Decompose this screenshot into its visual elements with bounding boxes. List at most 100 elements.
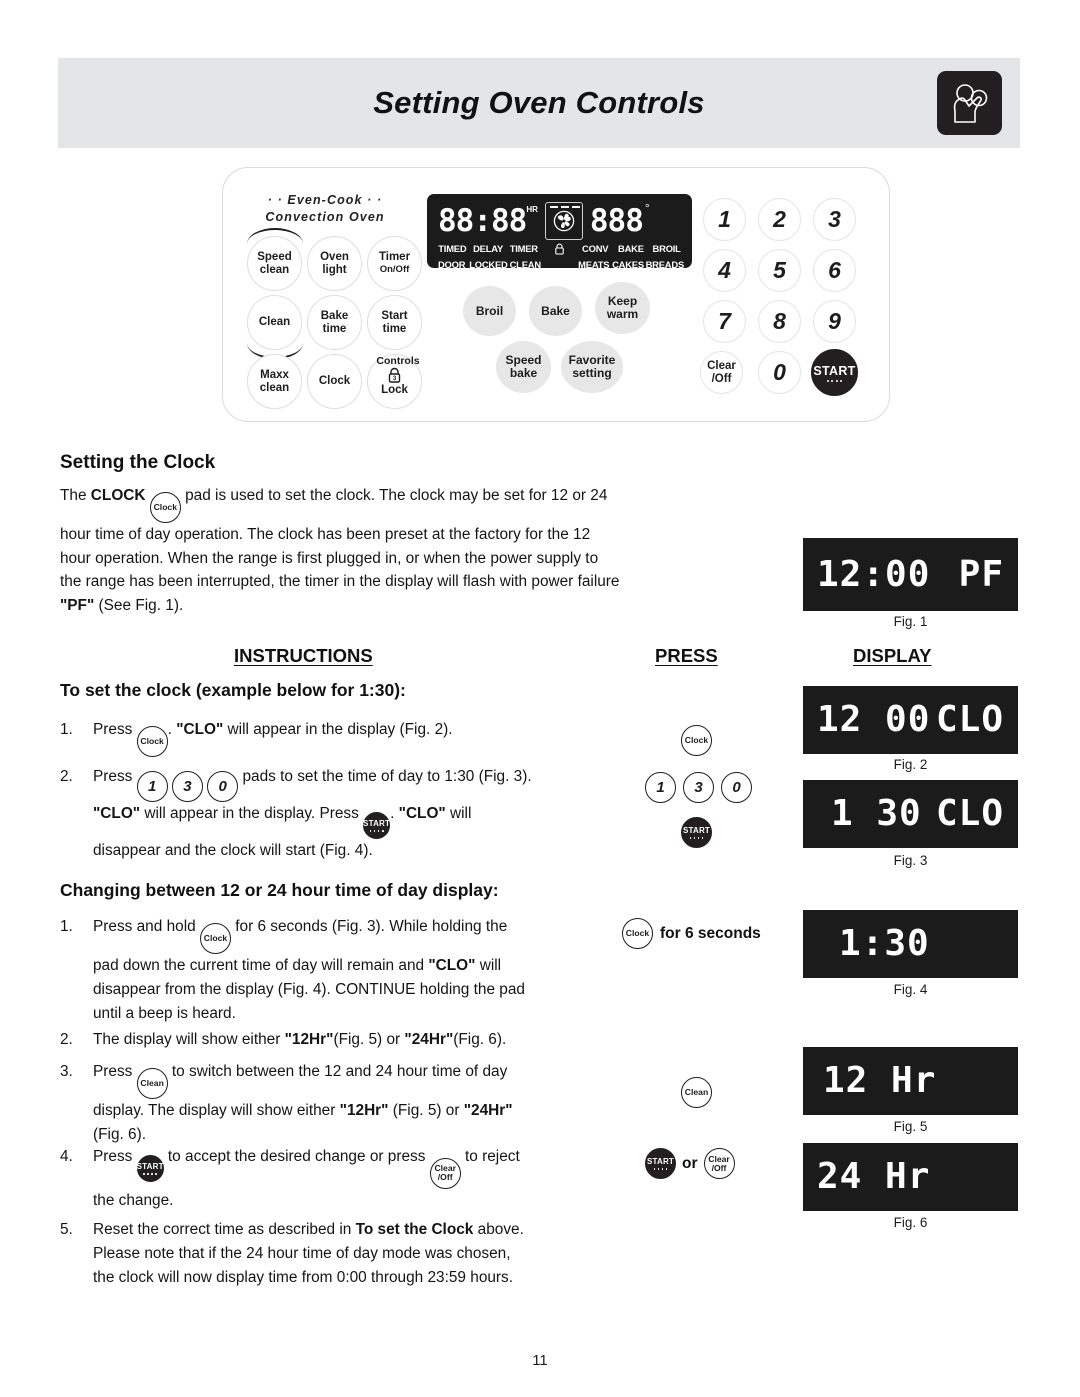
or-label: or bbox=[682, 1154, 698, 1172]
numkey-0[interactable]: 0 bbox=[758, 351, 801, 394]
page-number: 11 bbox=[532, 1352, 548, 1369]
pad-label: Clock bbox=[140, 736, 164, 746]
clear-off-pad-icon[interactable]: Clear/Off bbox=[703, 1148, 735, 1179]
indicator-delay: DELAY bbox=[473, 243, 504, 254]
numkey-start[interactable]: START bbox=[811, 349, 858, 396]
start-label: START bbox=[136, 1162, 164, 1171]
start-label: START bbox=[682, 826, 711, 835]
figure-2-display: 12 00 CLO bbox=[803, 686, 1018, 754]
numkey-0-icon[interactable]: 0 bbox=[721, 772, 752, 803]
panel-pad-bake-time[interactable]: Bake time bbox=[307, 295, 362, 350]
panel-pad-maxx-clean[interactable]: Maxx clean bbox=[247, 354, 302, 409]
l2: Please note that if the 24 hour time of … bbox=[93, 1245, 511, 1262]
l2e: will bbox=[445, 805, 472, 822]
hour-step-3: 3. Press Clean to switch between the 12 … bbox=[60, 1060, 640, 1147]
clock-bold: CLOCK bbox=[90, 487, 146, 504]
column-header-instructions: INSTRUCTIONS bbox=[234, 645, 373, 666]
key-label: 1 bbox=[656, 779, 665, 796]
clock-pad-icon[interactable]: Clock bbox=[199, 923, 231, 954]
clock-pad-icon[interactable]: Clock bbox=[622, 918, 653, 949]
numkey-7[interactable]: 7 bbox=[703, 300, 746, 343]
clear-off-pad-icon[interactable]: Clear/Off bbox=[429, 1157, 461, 1189]
step-number: 5. bbox=[60, 1221, 73, 1238]
panel-pad-start-time[interactable]: Start time bbox=[367, 295, 422, 350]
pad-sublabel: clean bbox=[259, 263, 290, 276]
step-number: 4. bbox=[60, 1148, 73, 1165]
numkey-clear-off[interactable]: Clear /Off bbox=[700, 351, 743, 394]
b2: "24Hr" bbox=[404, 1031, 454, 1048]
to-set-the-clock-heading: To set the clock (example below for 1:30… bbox=[60, 680, 406, 700]
panel-led-display: 88:88 HR 888 ° TIMED DELAY TIMER CONV BA… bbox=[427, 194, 692, 270]
l3: disappear from the display (Fig. 4). CON… bbox=[93, 981, 525, 998]
l3: the clock will now display time from 0:0… bbox=[93, 1269, 514, 1286]
panel-pad-favorite-setting[interactable]: Favorite setting bbox=[561, 341, 623, 393]
panel-pad-clock[interactable]: Clock bbox=[307, 354, 362, 409]
hour-step-4: 4. Press START to accept the desired cha… bbox=[60, 1145, 640, 1213]
panel-pad-timer-on-off[interactable]: Timer On/Off bbox=[367, 236, 422, 291]
b1: To set the Clock bbox=[355, 1221, 474, 1238]
figure-6-caption: Fig. 6 bbox=[893, 1215, 928, 1230]
panel-pad-bake[interactable]: Bake bbox=[529, 286, 582, 336]
step-text: Press Clean to switch between the 12 and… bbox=[93, 1060, 640, 1147]
pad-label: Clean bbox=[684, 1087, 709, 1097]
panel-pad-keep-warm[interactable]: Keep warm bbox=[595, 282, 650, 334]
panel-pad-broil[interactable]: Broil bbox=[463, 286, 516, 336]
indicator-breads: BREADS bbox=[645, 258, 685, 270]
numkey-8[interactable]: 8 bbox=[758, 300, 801, 343]
clean-pad-icon[interactable]: Clean bbox=[681, 1077, 712, 1108]
pad-sublabel: bake bbox=[509, 366, 538, 380]
indicator-timed: TIMED bbox=[438, 243, 467, 254]
numkey-5[interactable]: 5 bbox=[758, 249, 801, 292]
page-title: Setting Oven Controls bbox=[373, 85, 705, 120]
set-clock-step-1: 1. Press Clock. "CLO" will appear in the… bbox=[60, 718, 630, 757]
start-pad-icon[interactable]: START bbox=[645, 1148, 676, 1179]
numkey-3[interactable]: 3 bbox=[813, 198, 856, 241]
panel-pad-clean[interactable]: Clean bbox=[247, 295, 302, 350]
pad-label: Broil bbox=[475, 303, 504, 318]
panel-pad-oven-light[interactable]: Oven light bbox=[307, 236, 362, 291]
clock-pad-icon[interactable]: Clock bbox=[149, 492, 181, 523]
fig4-lcd-left: 1:30 bbox=[839, 923, 930, 964]
pad-sublabel: time bbox=[382, 322, 407, 335]
step-text: Press START to accept the desired change… bbox=[93, 1145, 640, 1213]
t1: Press bbox=[93, 768, 137, 785]
panel-time-digits: 88:88 bbox=[438, 203, 527, 239]
start-pad-icon[interactable]: START bbox=[136, 1154, 164, 1182]
clock-pad-icon[interactable]: Clock bbox=[681, 725, 712, 756]
numkey-9[interactable]: 9 bbox=[813, 300, 856, 343]
start-pad-icon[interactable]: START bbox=[363, 811, 391, 839]
para-lead: The bbox=[60, 487, 91, 504]
l2b: will bbox=[475, 957, 502, 974]
numkey-1[interactable]: 1 bbox=[703, 198, 746, 241]
numkey-2[interactable]: 2 bbox=[758, 198, 801, 241]
setting-the-clock-heading: Setting the Clock bbox=[60, 452, 216, 473]
pad-label: Oven bbox=[320, 251, 349, 263]
para-mid: pad is used to set the clock. The clock … bbox=[180, 487, 500, 504]
fig3-lcd-left: 1 30 bbox=[831, 793, 922, 834]
clean-pad-icon[interactable]: Clean bbox=[136, 1068, 168, 1099]
numkey-1-icon[interactable]: 1 bbox=[645, 772, 676, 803]
numkey-3-icon[interactable]: 3 bbox=[683, 772, 714, 803]
numkey-3-icon[interactable]: 3 bbox=[171, 771, 203, 802]
key-label: 0 bbox=[732, 779, 741, 796]
l2b: will appear in the display. Press bbox=[140, 805, 364, 822]
numkey-4[interactable]: 4 bbox=[703, 249, 746, 292]
t2: to switch between the 12 and 24 hour tim… bbox=[167, 1063, 508, 1080]
pad-sublabel: warm bbox=[606, 307, 639, 321]
l2: the change. bbox=[93, 1191, 174, 1209]
step-text: Press 1 3 0 pads to set the time of day … bbox=[93, 765, 635, 863]
indicator-lock-icon bbox=[542, 243, 577, 257]
numkey-1-icon[interactable]: 1 bbox=[136, 771, 168, 802]
convection-fan-icon bbox=[544, 202, 583, 240]
panel-pad-speed-clean[interactable]: Speed clean bbox=[247, 236, 302, 291]
t2: above. bbox=[473, 1221, 524, 1238]
clock-pad-icon[interactable]: Clock bbox=[136, 726, 168, 757]
numkey-0-icon[interactable]: 0 bbox=[207, 771, 239, 802]
step-number: 1. bbox=[60, 918, 73, 935]
hold-duration-label: for 6 seconds bbox=[660, 924, 761, 942]
start-pad-icon[interactable]: START bbox=[681, 816, 712, 848]
panel-pad-speed-bake[interactable]: Speed bake bbox=[496, 341, 551, 393]
indicator-bake: BAKE bbox=[618, 243, 644, 254]
indicator-door: DOOR bbox=[437, 258, 466, 270]
numkey-6[interactable]: 6 bbox=[813, 249, 856, 292]
